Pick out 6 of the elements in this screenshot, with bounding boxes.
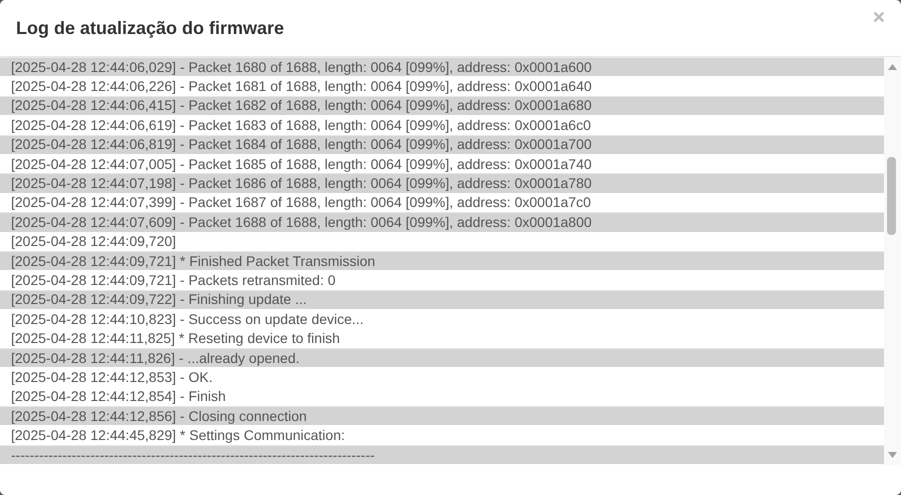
scroll-up-icon[interactable] [888,64,897,70]
scroll-down-icon[interactable] [888,452,897,458]
close-button[interactable]: × [870,6,887,28]
dialog-title: Log de atualização do firmware [16,18,284,38]
scrollbar[interactable] [884,57,901,465]
scrollbar-thumb[interactable] [887,157,896,235]
